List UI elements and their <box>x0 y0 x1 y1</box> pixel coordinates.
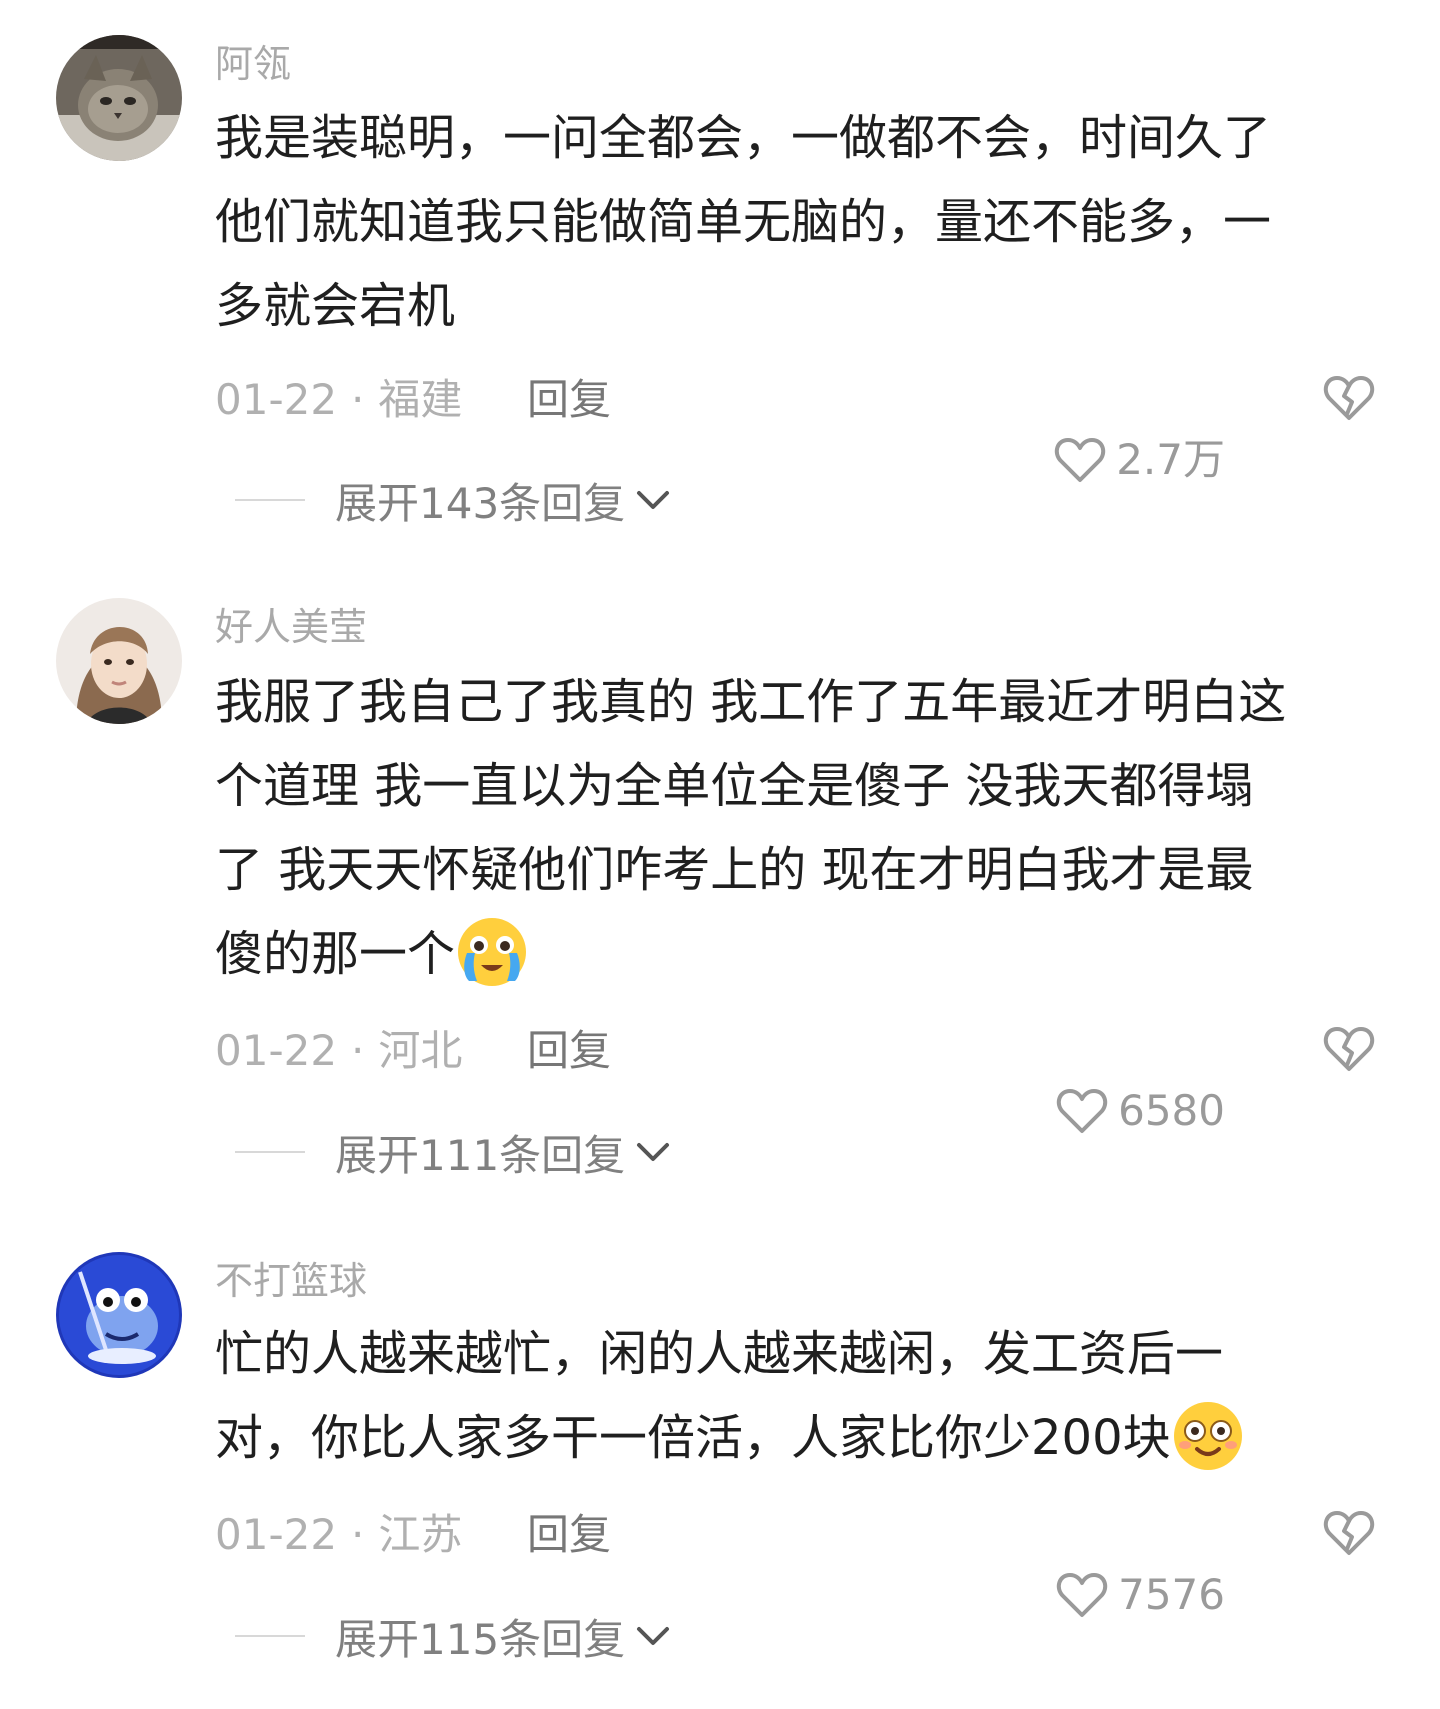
separator-dot: · <box>351 1510 365 1559</box>
comment-text: 忙的人越来越忙，闲的人越来越闲，发工资后一 对，你比人家多干一倍活，人家比你少2… <box>215 1312 1380 1480</box>
comment-line: 对，你比人家多干一倍活，人家比你少200块 <box>215 1396 1380 1480</box>
expand-replies-button[interactable]: 展开115条回复 <box>235 1606 671 1666</box>
comment-item: 不打篮球 忙的人越来越忙，闲的人越来越闲，发工资后一 对，你比人家多干一倍活，人… <box>0 0 1440 1709</box>
divider-line <box>235 1635 305 1637</box>
comment-date: 01-22 <box>215 1510 338 1559</box>
avatar[interactable] <box>56 1252 182 1378</box>
avatar-frog-image <box>56 1252 182 1378</box>
like-button[interactable]: 7576 <box>1056 1565 1225 1625</box>
reply-button[interactable]: 回复 <box>527 1505 611 1565</box>
comment-line: 忙的人越来越忙，闲的人越来越闲，发工资后一 <box>215 1326 1224 1382</box>
comment-region: 江苏 <box>378 1510 463 1559</box>
comment-line-text: 对，你比人家多干一倍活，人家比你少200块 <box>215 1410 1171 1466</box>
broken-heart-icon <box>1323 1511 1375 1555</box>
expand-replies-label: 展开115条回复 <box>335 1614 626 1664</box>
chevron-down-icon <box>637 1627 670 1645</box>
dislike-button[interactable] <box>1323 1509 1375 1573</box>
heart-outline-icon <box>1056 1573 1108 1617</box>
smile-emoji-icon <box>1173 1402 1242 1470</box>
comment-meta: 01-22 · 江苏 回复 7576 <box>215 1505 1375 1619</box>
username[interactable]: 不打篮球 <box>215 1257 367 1305</box>
like-count: 7576 <box>1118 1570 1225 1619</box>
